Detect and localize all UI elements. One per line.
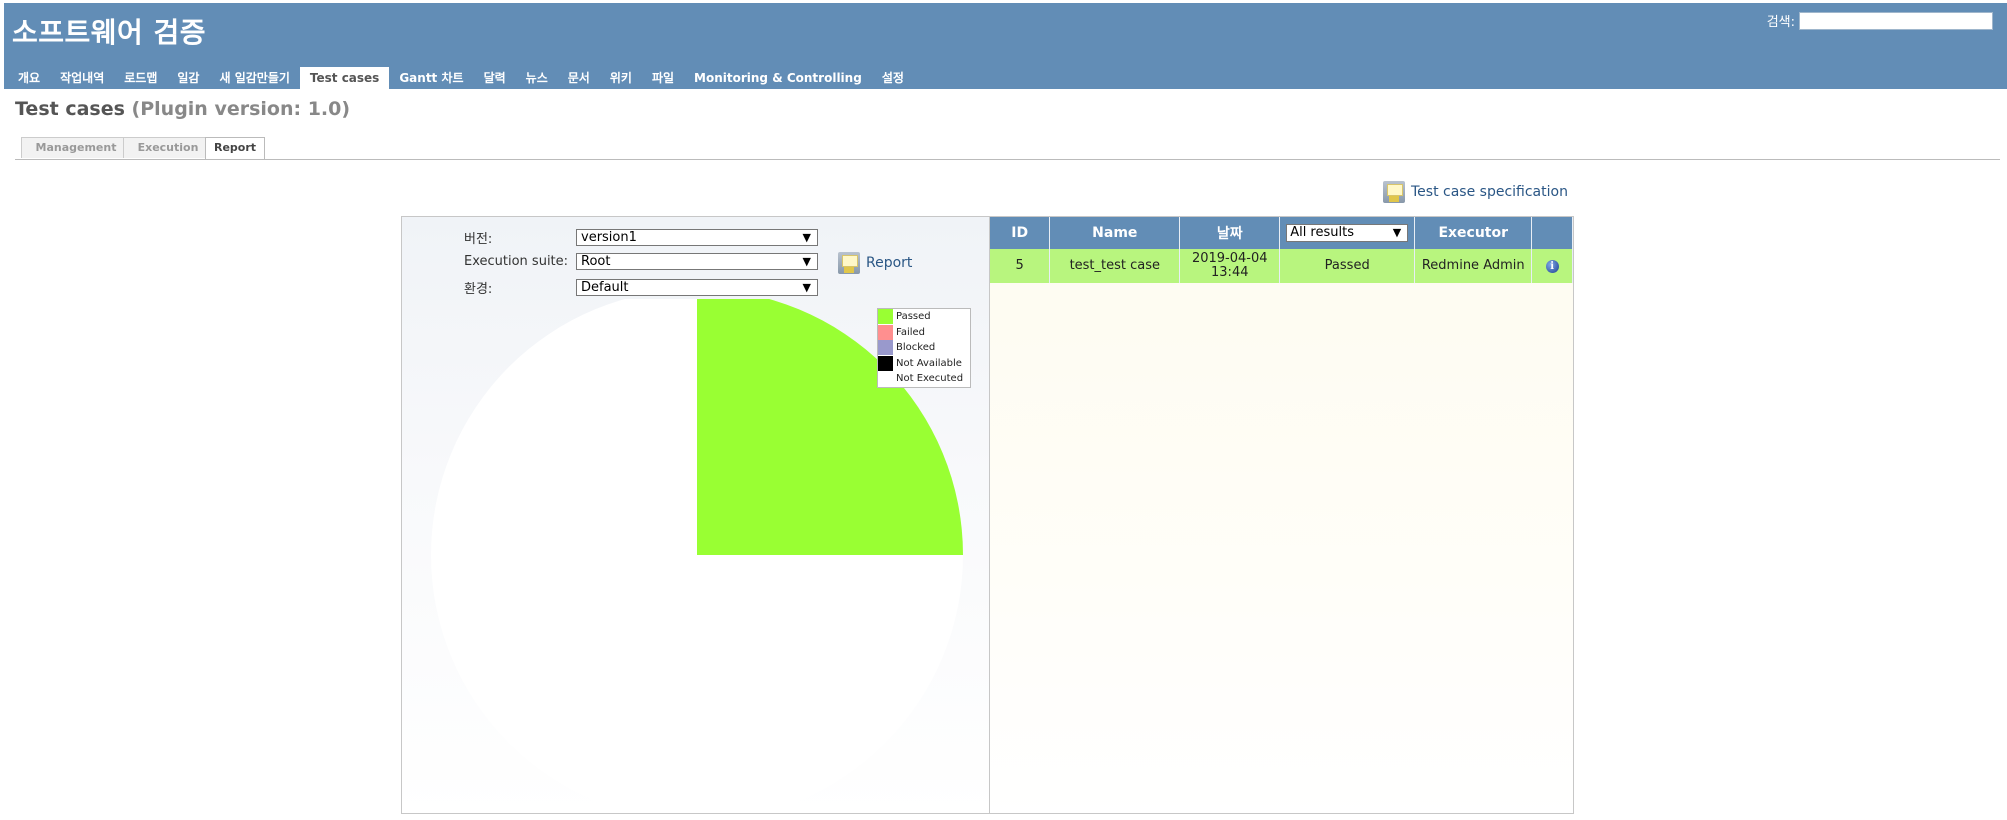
tab-management[interactable]: Management	[21, 137, 131, 158]
legend-label: Not Available	[896, 357, 962, 369]
legend-item-blocked: Blocked	[878, 340, 970, 356]
report-link-text: Report	[866, 255, 913, 271]
column-header-executor[interactable]: Executor	[1414, 217, 1533, 249]
menu-item-monitoring[interactable]: Monitoring & Controlling	[684, 67, 872, 89]
menu-item-documents[interactable]: 문서	[558, 67, 600, 89]
results-table: ID Name 날짜 All results ▼ Executor 5 test…	[990, 217, 1573, 283]
table-row[interactable]: 5 test_test case 2019-04-04 13:44 Passed…	[990, 249, 1573, 283]
tab-bar: Management Execution Report	[15, 137, 2000, 160]
result-filter-value: All results	[1290, 225, 1354, 240]
cell-id: 5	[990, 249, 1051, 283]
menu-item-news[interactable]: 뉴스	[516, 67, 558, 89]
version-select[interactable]: version1 ▼	[576, 229, 818, 246]
page-title-text: Test cases	[15, 98, 125, 120]
legend-swatch	[878, 324, 893, 340]
menu-item-calendar[interactable]: 달력	[474, 67, 516, 89]
menu-item-files[interactable]: 파일	[642, 67, 684, 89]
search-input[interactable]	[1799, 11, 1993, 30]
environment-label: 환경:	[464, 282, 493, 297]
project-title[interactable]: 소프트웨어 검증	[12, 11, 206, 51]
dropdown-arrow-icon: ▼	[802, 231, 811, 244]
environment-filter: 환경: Default ▼	[464, 278, 818, 297]
environment-select-value: Default	[581, 280, 629, 295]
column-header-id[interactable]: ID	[990, 217, 1051, 249]
tab-report[interactable]: Report	[205, 137, 265, 159]
version-filter: 버전: version1 ▼	[464, 228, 818, 247]
legend-label: Not Executed	[896, 373, 964, 385]
suite-label: Execution suite:	[464, 254, 569, 269]
cell-executor: Redmine Admin	[1414, 249, 1533, 283]
legend-swatch	[878, 355, 893, 371]
cell-name: test_test case	[1049, 249, 1181, 283]
save-icon	[838, 252, 860, 274]
report-panel: 버전: version1 ▼ Execution suite: Root ▼ 환…	[401, 216, 991, 814]
table-header-row: ID Name 날짜 All results ▼ Executor	[990, 217, 1573, 249]
page-title: Test cases (Plugin version: 1.0)	[15, 98, 350, 120]
cell-date-day: 2019-04-04	[1191, 251, 1268, 266]
legend-label: Blocked	[896, 342, 936, 354]
legend-swatch	[878, 371, 893, 387]
menu-item-activity[interactable]: 작업내역	[50, 67, 114, 89]
column-header-name[interactable]: Name	[1049, 217, 1181, 249]
legend-item-not-available: Not Available	[878, 355, 970, 372]
chart-legend: Passed Failed Blocked Not Available Not …	[877, 308, 971, 388]
menu-item-new-issue[interactable]: 새 일감만들기	[209, 67, 299, 89]
search-box: 검색:	[1767, 11, 1993, 30]
version-label: 버전:	[464, 232, 493, 247]
suite-select-value: Root	[581, 254, 611, 269]
legend-label: Passed	[896, 311, 931, 323]
version-select-value: version1	[581, 230, 637, 245]
legend-label: Failed	[896, 326, 926, 338]
column-header-actions	[1531, 217, 1573, 249]
dropdown-arrow-icon: ▼	[1392, 226, 1402, 239]
spec-link-text: Test case specification	[1411, 184, 1568, 200]
cell-date: 2019-04-04 13:44	[1179, 249, 1281, 283]
column-header-date[interactable]: 날짜	[1179, 217, 1281, 249]
save-icon	[1383, 181, 1405, 203]
tab-execution[interactable]: Execution	[123, 137, 213, 158]
suite-select[interactable]: Root ▼	[576, 253, 818, 270]
column-header-result-filter: All results ▼	[1279, 217, 1416, 249]
menu-item-settings[interactable]: 설정	[872, 67, 914, 89]
menu-item-issues[interactable]: 일감	[167, 67, 209, 89]
test-case-specification-link[interactable]: Test case specification	[1383, 181, 1568, 203]
report-link[interactable]: Report	[838, 252, 912, 274]
plugin-version: (Plugin version: 1.0)	[131, 98, 351, 120]
menu-item-roadmap[interactable]: 로드맵	[114, 67, 167, 89]
top-header: 소프트웨어 검증 검색: 개요 작업내역 로드맵 일감 새 일감만들기 Test…	[4, 3, 2007, 89]
legend-item-failed: Failed	[878, 324, 970, 341]
menu-item-test-cases[interactable]: Test cases	[299, 67, 390, 89]
legend-swatch	[878, 340, 893, 356]
legend-item-passed: Passed	[878, 309, 970, 325]
suite-filter: Execution suite: Root ▼	[464, 253, 818, 270]
result-filter-select[interactable]: All results ▼	[1286, 224, 1409, 242]
environment-select[interactable]: Default ▼	[576, 279, 818, 296]
info-icon[interactable]: i	[1545, 260, 1559, 273]
cell-info: i	[1531, 249, 1573, 283]
dropdown-arrow-icon: ▼	[802, 255, 811, 268]
menu-item-wiki[interactable]: 위키	[600, 67, 642, 89]
main-menu: 개요 작업내역 로드맵 일감 새 일감만들기 Test cases Gantt …	[8, 67, 914, 89]
dropdown-arrow-icon: ▼	[802, 281, 811, 294]
legend-item-not-executed: Not Executed	[878, 371, 970, 387]
menu-item-gantt[interactable]: Gantt 차트	[389, 67, 473, 89]
search-label: 검색:	[1766, 15, 1795, 30]
cell-result: Passed	[1279, 249, 1416, 283]
legend-swatch	[878, 309, 893, 325]
results-panel: ID Name 날짜 All results ▼ Executor 5 test…	[989, 216, 1574, 814]
menu-item-overview[interactable]: 개요	[8, 67, 50, 89]
cell-date-time: 13:44	[1211, 265, 1249, 280]
